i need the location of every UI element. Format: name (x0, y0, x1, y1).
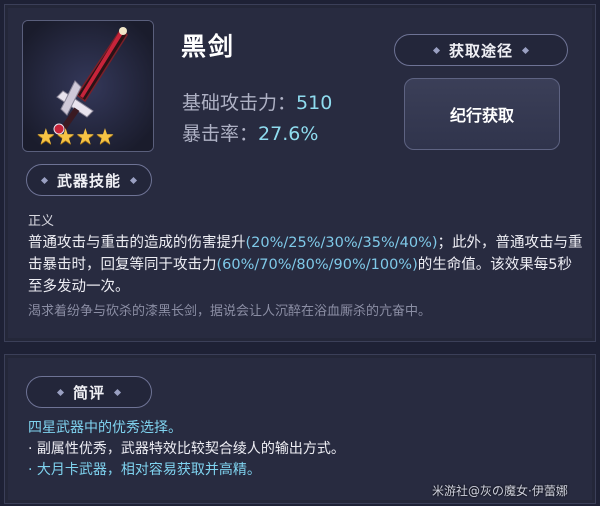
weapon-name: 黑剑 (181, 32, 236, 61)
crit-label: 暴击率： (182, 123, 259, 145)
review-text: 四星武器中的优秀选择。 · 副属性优秀，武器特效比较契合绫人的输出方式。 · 大… (28, 418, 345, 481)
diamond-icon (56, 388, 65, 396)
skill-header: 武器技能 (26, 164, 152, 196)
rarity-stars: ★★★★ (36, 125, 115, 150)
desc-text: 普通攻击与重击的造成的伤害提升 (28, 235, 246, 251)
skill-name: 正义 (28, 214, 55, 229)
watermark: 米游社@灰の魔女·伊蕾娜 (432, 484, 568, 498)
crit-stat: 暴击率：27.6% (182, 119, 318, 146)
review-header-label: 简评 (72, 383, 105, 402)
skill-description: 普通攻击与重击的造成的伤害提升(20%/25%/30%/35%/40%)；此外，… (28, 232, 584, 298)
review-line: · 大月卡武器，相对容易获取并高精。 (28, 462, 261, 478)
review-line: · 副属性优秀，武器特效比较契合绫人的输出方式。 (28, 441, 345, 457)
diamond-icon (521, 46, 530, 54)
review-header: 简评 (26, 376, 152, 408)
obtain-header-label: 获取途径 (448, 41, 513, 60)
diamond-icon (40, 176, 49, 184)
obtain-method-button[interactable]: 纪行获取 (404, 78, 560, 150)
desc-values: (20%/25%/30%/35%/40%) (245, 235, 438, 251)
diamond-icon (113, 388, 122, 396)
atk-value: 510 (296, 92, 333, 114)
review-line: 四星武器中的优秀选择。 (28, 420, 182, 436)
atk-label: 基础攻击力： (182, 92, 297, 114)
obtain-header: 获取途径 (394, 34, 568, 66)
atk-stat: 基础攻击力：510 (182, 88, 332, 115)
diamond-icon (129, 176, 138, 184)
skill-header-label: 武器技能 (56, 171, 121, 190)
flavor-text: 渴求着纷争与砍杀的漆黑长剑，据说会让人沉醉在浴血厮杀的亢奋中。 (28, 304, 432, 319)
desc-values: (60%/70%/80%/90%/100%) (216, 257, 418, 273)
crit-value: 27.6% (258, 123, 319, 145)
diamond-icon (432, 46, 441, 54)
